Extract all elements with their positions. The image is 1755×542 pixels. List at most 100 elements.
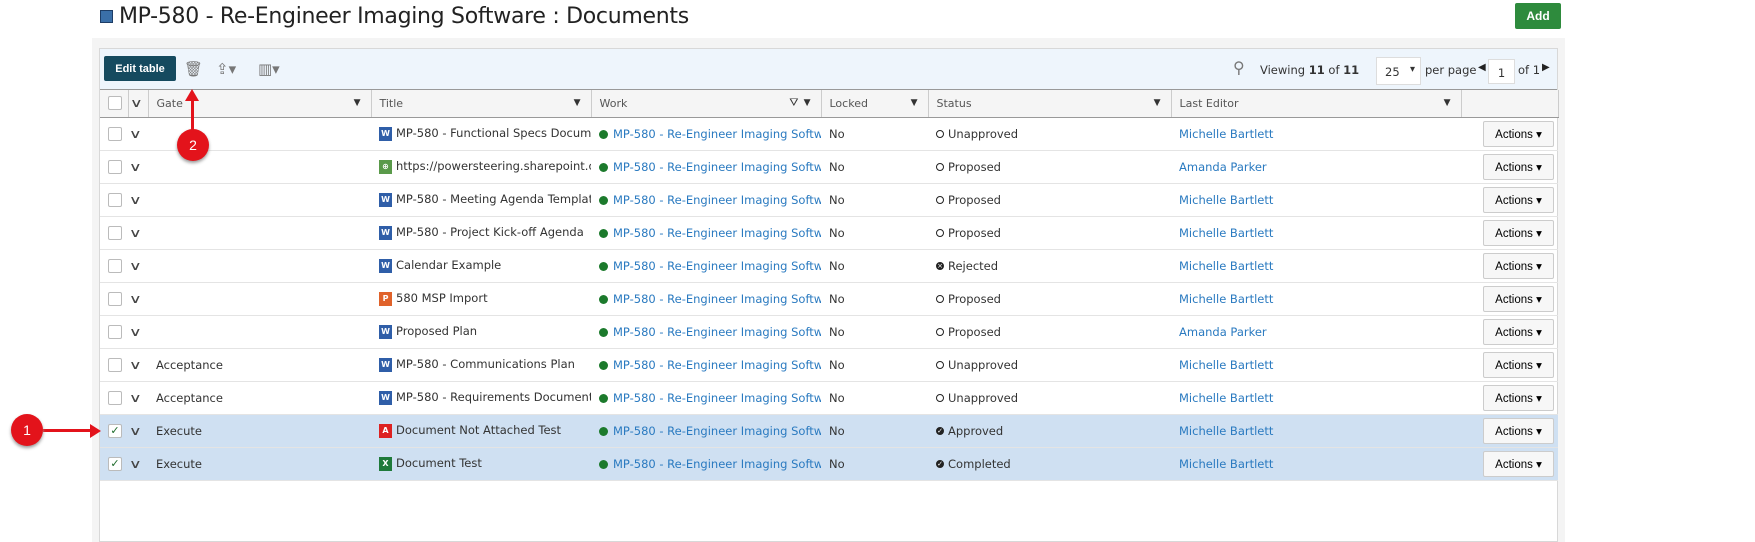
row-checkbox[interactable] [108, 324, 122, 339]
row-expand-cell[interactable]: ∨ [128, 117, 148, 151]
table-row[interactable]: ∨ W MP-580 - Project Kick-off Agenda MP-5… [100, 216, 1558, 250]
row-checkbox[interactable]: ✓ [108, 456, 122, 471]
row-expand-cell[interactable]: ∨ [128, 348, 148, 382]
expand-all-header[interactable]: ∨ [128, 90, 149, 118]
document-title[interactable]: MP-580 - Communications Plan [396, 357, 575, 371]
table-row[interactable]: ∨ P 580 MSP Import MP-580 - Re-Engineer I… [100, 282, 1558, 316]
document-title[interactable]: Calendar Example [396, 258, 501, 272]
chevron-down-icon[interactable]: ∨ [129, 325, 142, 339]
row-checkbox[interactable] [108, 258, 122, 273]
editor-link[interactable]: Michelle Bartlett [1179, 226, 1273, 240]
table-row[interactable]: ∨ W MP-580 - Meeting Agenda Template MP-5… [100, 183, 1558, 217]
editor-link[interactable]: Michelle Bartlett [1179, 127, 1273, 141]
row-expand-cell[interactable]: ∨ [128, 183, 148, 217]
document-title[interactable]: 580 MSP Import [396, 291, 488, 305]
actions-button[interactable]: Actions ▾ [1483, 186, 1554, 213]
chevron-down-icon[interactable]: ∨ [129, 391, 142, 405]
row-expand-cell[interactable]: ∨ [128, 315, 148, 349]
editor-link[interactable]: Michelle Bartlett [1179, 391, 1273, 405]
caret-down-icon[interactable]: ▼ [1444, 98, 1451, 108]
trash-icon[interactable]: 🗑 [184, 60, 203, 78]
work-link[interactable]: MP-580 - Re-Engineer Imaging Software [613, 259, 821, 273]
row-select-cell[interactable] [100, 150, 128, 184]
work-link[interactable]: MP-580 - Re-Engineer Imaging Software [613, 226, 821, 240]
editor-link[interactable]: Michelle Bartlett [1179, 358, 1273, 372]
row-expand-cell[interactable]: ∨ [128, 414, 148, 448]
actions-button[interactable]: Actions ▾ [1483, 120, 1554, 147]
editor-link[interactable]: Amanda Parker [1179, 160, 1267, 174]
actions-button[interactable]: Actions ▾ [1483, 153, 1554, 180]
document-title[interactable]: Document Not Attached Test [396, 423, 561, 437]
chevron-down-icon[interactable]: ∨ [129, 160, 142, 174]
row-select-cell[interactable] [100, 117, 128, 151]
caret-down-icon[interactable]: ▼ [1154, 98, 1161, 108]
actions-button[interactable]: Actions ▾ [1483, 219, 1554, 246]
row-select-cell[interactable] [100, 348, 128, 382]
table-row[interactable]: ∨ Acceptance W MP-580 - Requirements Docu… [100, 381, 1558, 415]
document-title[interactable]: https://powersteering.sharepoint.com [396, 159, 591, 173]
work-link[interactable]: MP-580 - Re-Engineer Imaging Software [613, 127, 821, 141]
document-title[interactable]: MP-580 - Functional Specs Document [396, 126, 591, 140]
table-row[interactable]: ∨ W MP-580 - Functional Specs Document MP… [100, 117, 1558, 151]
row-expand-cell[interactable]: ∨ [128, 282, 148, 316]
column-status[interactable]: Status ▼ [928, 90, 1172, 118]
actions-button[interactable]: Actions ▾ [1483, 252, 1554, 279]
row-select-cell[interactable] [100, 381, 128, 415]
document-title[interactable]: MP-580 - Requirements Document [396, 390, 591, 404]
column-last-editor[interactable]: Last Editor ▼ [1171, 90, 1462, 118]
table-row[interactable]: ∨ W Proposed Plan MP-580 - Re-Engineer Im… [100, 315, 1558, 349]
row-select-cell[interactable]: ✓ [100, 447, 128, 481]
next-page-icon[interactable]: ▶ [1542, 62, 1550, 73]
actions-button[interactable]: Actions ▾ [1483, 417, 1554, 444]
row-expand-cell[interactable]: ∨ [128, 150, 148, 184]
actions-button[interactable]: Actions ▾ [1483, 318, 1554, 345]
chevron-down-icon[interactable]: ∨ [129, 292, 142, 306]
table-row[interactable]: ✓ ∨ Execute X Document Test MP-580 - Re-E… [100, 447, 1558, 481]
add-button[interactable]: Add [1515, 3, 1561, 29]
document-title[interactable]: Proposed Plan [396, 324, 477, 338]
prev-page-icon[interactable]: ◀ [1478, 62, 1486, 73]
editor-link[interactable]: Michelle Bartlett [1179, 259, 1273, 273]
editor-link[interactable]: Michelle Bartlett [1179, 193, 1273, 207]
caret-down-icon[interactable]: ▼ [574, 98, 581, 108]
row-select-cell[interactable] [100, 183, 128, 217]
row-checkbox[interactable] [108, 390, 122, 405]
document-title[interactable]: Document Test [396, 456, 482, 470]
table-row[interactable]: ∨ Acceptance W MP-580 - Communications Pl… [100, 348, 1558, 382]
row-select-cell[interactable] [100, 315, 128, 349]
table-row[interactable]: ∨ W Calendar Example MP-580 - Re-Engineer… [100, 249, 1558, 283]
column-title[interactable]: Title ▼ [371, 90, 592, 118]
chevron-down-icon[interactable]: ∨ [129, 424, 142, 438]
filter-icon[interactable]: ⛛ [789, 96, 798, 110]
work-link[interactable]: MP-580 - Re-Engineer Imaging Software [613, 160, 821, 174]
editor-link[interactable]: Michelle Bartlett [1179, 292, 1273, 306]
actions-button[interactable]: Actions ▾ [1483, 285, 1554, 312]
row-checkbox[interactable] [108, 357, 122, 372]
chevron-down-icon[interactable]: ∨ [129, 127, 142, 141]
chevron-down-icon[interactable]: ∨ [129, 96, 142, 110]
export-icon[interactable]: ⇪▾ [216, 60, 236, 78]
caret-down-icon[interactable]: ▼ [354, 98, 361, 108]
select-all-header[interactable] [100, 90, 129, 118]
row-select-cell[interactable] [100, 282, 128, 316]
row-checkbox[interactable] [108, 192, 122, 207]
row-checkbox[interactable] [108, 126, 122, 141]
column-work[interactable]: Work ⛛ ▼ [591, 90, 822, 118]
row-expand-cell[interactable]: ∨ [128, 381, 148, 415]
chevron-down-icon[interactable]: ∨ [129, 226, 142, 240]
row-select-cell[interactable] [100, 216, 128, 250]
work-link[interactable]: MP-580 - Re-Engineer Imaging Software [613, 424, 821, 438]
row-expand-cell[interactable]: ∨ [128, 249, 148, 283]
work-link[interactable]: MP-580 - Re-Engineer Imaging Software [613, 193, 821, 207]
chevron-down-icon[interactable]: ∨ [129, 193, 142, 207]
actions-button[interactable]: Actions ▾ [1483, 351, 1554, 378]
table-row[interactable]: ∨ ⊕https://powersteering.sharepoint.com … [100, 150, 1558, 184]
row-checkbox[interactable]: ✓ [108, 423, 122, 438]
chevron-down-icon[interactable]: ∨ [129, 358, 142, 372]
page-input[interactable]: 1 [1488, 59, 1515, 84]
column-gate[interactable]: Gate ▼ [148, 90, 372, 118]
document-title[interactable]: MP-580 - Project Kick-off Agenda [396, 225, 584, 239]
caret-down-icon[interactable]: ▼ [911, 98, 918, 108]
actions-button[interactable]: Actions ▾ [1483, 450, 1554, 477]
row-expand-cell[interactable]: ∨ [128, 447, 148, 481]
